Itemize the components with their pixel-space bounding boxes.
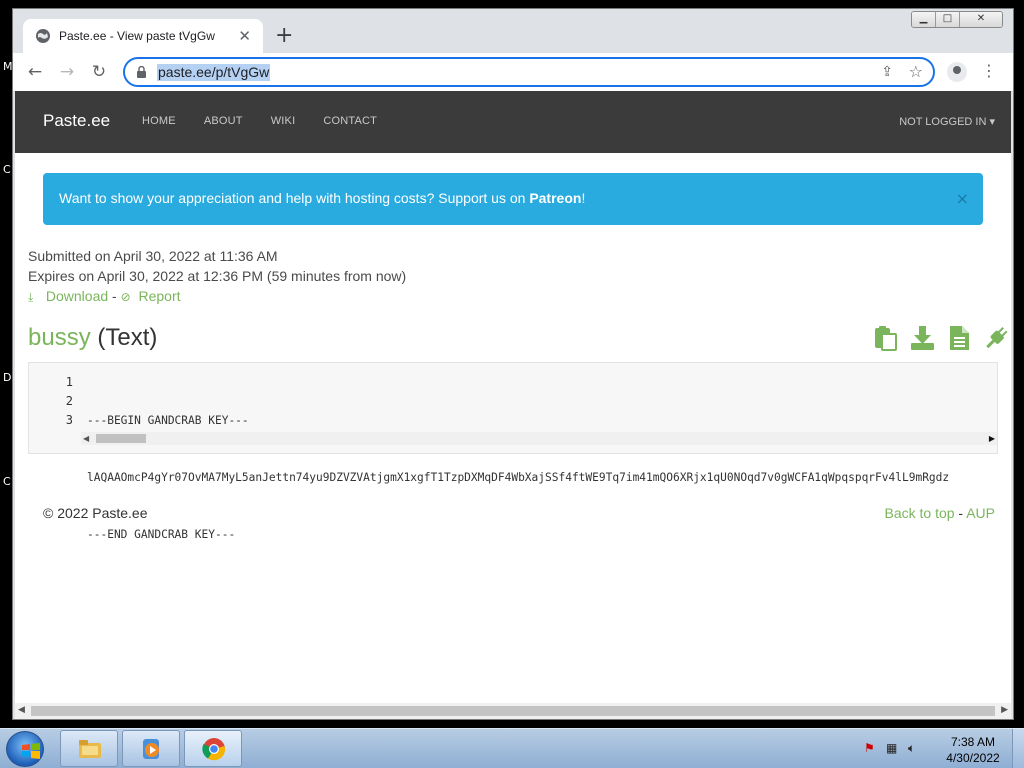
- line-numbers: 1 2 3: [29, 373, 73, 430]
- site-brand[interactable]: Paste.ee: [43, 111, 110, 131]
- window-controls: ▁ □ ✕: [911, 11, 1003, 28]
- taskbar-clock[interactable]: 7:38 AM 4/30/2022: [940, 734, 1006, 766]
- back-to-top-link[interactable]: Back to top: [884, 505, 954, 521]
- code-content[interactable]: ---BEGIN GANDCRAB KEY--- lAQAAOmcP4gYr07…: [87, 373, 997, 582]
- bookmark-star-icon[interactable]: ☆: [909, 62, 923, 81]
- show-desktop-button[interactable]: [1012, 729, 1024, 768]
- nav-about[interactable]: ABOUT: [204, 115, 243, 127]
- clock-date: 4/30/2022: [946, 751, 1000, 765]
- new-tab-button[interactable]: +: [275, 25, 293, 47]
- minimize-button[interactable]: ▁: [912, 12, 936, 27]
- share-icon[interactable]: ⇪: [881, 64, 893, 80]
- taskbar: ⚑ ▦ 🔈︎ 7:38 AM 4/30/2022: [0, 728, 1024, 768]
- address-bar[interactable]: paste.ee/p/tVgGw ⇪ ☆: [123, 57, 935, 87]
- browser-tab[interactable]: Paste.ee - View paste tVgGw ✕: [23, 19, 263, 53]
- scroll-right-icon[interactable]: ▶: [989, 432, 995, 445]
- raw-file-icon[interactable]: [947, 325, 972, 351]
- url-text[interactable]: paste.ee/p/tVgGw: [157, 64, 271, 81]
- site-nav: HOME ABOUT WIKI CONTACT: [142, 115, 405, 127]
- folder-icon: [79, 740, 101, 758]
- footer-links: Back to top - AUP: [884, 505, 995, 521]
- forward-icon[interactable]: →: [57, 62, 77, 82]
- globe-icon: [36, 29, 50, 43]
- profile-avatar-icon[interactable]: [947, 62, 967, 82]
- scroll-left-icon[interactable]: ◀: [18, 705, 25, 715]
- code-line: ---BEGIN GANDCRAB KEY---: [87, 414, 249, 427]
- paste-type: (Text): [97, 324, 158, 351]
- nav-wiki[interactable]: WIKI: [271, 115, 296, 127]
- page-viewport: Paste.ee HOME ABOUT WIKI CONTACT NOT LOG…: [15, 91, 1011, 703]
- network-icon[interactable]: ▦: [886, 741, 900, 755]
- meta-links: ⤓ Download - ⊘ Report: [28, 286, 406, 307]
- taskbar-explorer[interactable]: [60, 730, 118, 767]
- copy-icon[interactable]: [873, 325, 898, 351]
- code-line: lAQAAOmcP4gYr07OvMA7MyL5anJettn74yu9DZVZ…: [87, 471, 950, 484]
- media-player-icon: [143, 739, 159, 759]
- submitted-date: Submitted on April 30, 2022 at 11:36 AM: [28, 248, 278, 264]
- browser-toolbar: ← → ↻ paste.ee/p/tVgGw ⇪ ☆ ⋮: [13, 53, 1013, 91]
- paste-meta: Submitted on April 30, 2022 at 11:36 AM …: [28, 246, 406, 307]
- alert-text: Want to show your appreciation and help …: [59, 190, 530, 206]
- desktop-icon-label: D: [3, 371, 12, 384]
- site-navbar: Paste.ee HOME ABOUT WIKI CONTACT NOT LOG…: [15, 91, 1011, 153]
- footer-copyright: © 2022 Paste.ee: [43, 505, 148, 521]
- windows-logo-icon: [22, 743, 40, 759]
- scrollbar-thumb[interactable]: [31, 706, 995, 716]
- start-button[interactable]: [6, 731, 44, 767]
- report-link[interactable]: Report: [139, 288, 181, 304]
- line-number: 3: [65, 413, 73, 427]
- menu-dots-icon[interactable]: ⋮: [981, 61, 997, 80]
- close-window-button[interactable]: ✕: [960, 12, 1002, 27]
- separator: -: [108, 288, 121, 304]
- download-link[interactable]: Download: [46, 288, 108, 304]
- nav-home[interactable]: HOME: [142, 115, 176, 127]
- taskbar-chrome[interactable]: [184, 730, 242, 767]
- alert-text-end: !: [581, 190, 586, 206]
- report-icon[interactable]: ⊘: [121, 287, 135, 307]
- paste-name: bussy: [28, 324, 91, 351]
- taskbar-media-player[interactable]: [122, 730, 180, 767]
- action-center-icon[interactable]: ⚑: [864, 741, 878, 755]
- reload-icon[interactable]: ↻: [89, 62, 109, 82]
- desktop-icon-label: C: [3, 163, 11, 176]
- system-tray: ⚑ ▦ 🔈︎: [864, 741, 922, 755]
- download-icon[interactable]: ⤓: [28, 287, 42, 307]
- line-number: 1: [65, 375, 73, 389]
- plug-icon[interactable]: [984, 325, 1009, 351]
- clock-time: 7:38 AM: [950, 735, 996, 749]
- page-horizontal-scrollbar[interactable]: ◀ ▶: [15, 703, 1011, 719]
- caret-down-icon: ▾: [989, 116, 995, 128]
- paste-actions: [873, 325, 1009, 351]
- volume-icon[interactable]: 🔈︎: [908, 741, 922, 755]
- tab-title: Paste.ee - View paste tVgGw: [59, 29, 215, 43]
- patreon-link[interactable]: Patreon: [529, 190, 581, 206]
- nav-contact[interactable]: CONTACT: [323, 115, 377, 127]
- download-icon[interactable]: [910, 325, 935, 351]
- code-box: 1 2 3 ---BEGIN GANDCRAB KEY--- lAQAAOmcP…: [28, 362, 998, 541]
- line-number: 2: [65, 394, 73, 408]
- back-icon[interactable]: ←: [25, 62, 45, 82]
- tab-strip: Paste.ee - View paste tVgGw ✕ + ▁ □ ✕: [13, 9, 1013, 53]
- paste-title: bussy (Text): [28, 324, 157, 352]
- patreon-alert: Want to show your appreciation and help …: [43, 173, 983, 225]
- tab-close-icon[interactable]: ✕: [238, 27, 251, 45]
- alert-close-icon[interactable]: ×: [956, 189, 969, 208]
- chrome-icon: [202, 738, 226, 761]
- login-label: NOT LOGGED IN: [899, 116, 987, 128]
- maximize-button[interactable]: □: [936, 12, 960, 27]
- login-dropdown[interactable]: NOT LOGGED IN ▾: [899, 115, 995, 128]
- code-line: ---END GANDCRAB KEY---: [87, 528, 236, 541]
- footer-separator: -: [954, 505, 967, 521]
- desktop-icon-label: C: [3, 475, 11, 488]
- code-horizontal-scrollbar[interactable]: ◀ ▶: [81, 432, 997, 445]
- scroll-left-icon[interactable]: ◀: [83, 432, 89, 445]
- browser-window: Paste.ee - View paste tVgGw ✕ + ▁ □ ✕ ← …: [12, 8, 1014, 720]
- lock-icon[interactable]: [137, 66, 146, 78]
- expires-date: Expires on April 30, 2022 at 12:36 PM (5…: [28, 268, 407, 284]
- aup-link[interactable]: AUP: [966, 505, 995, 521]
- scrollbar-thumb[interactable]: [96, 434, 146, 443]
- scroll-right-icon[interactable]: ▶: [1001, 705, 1008, 715]
